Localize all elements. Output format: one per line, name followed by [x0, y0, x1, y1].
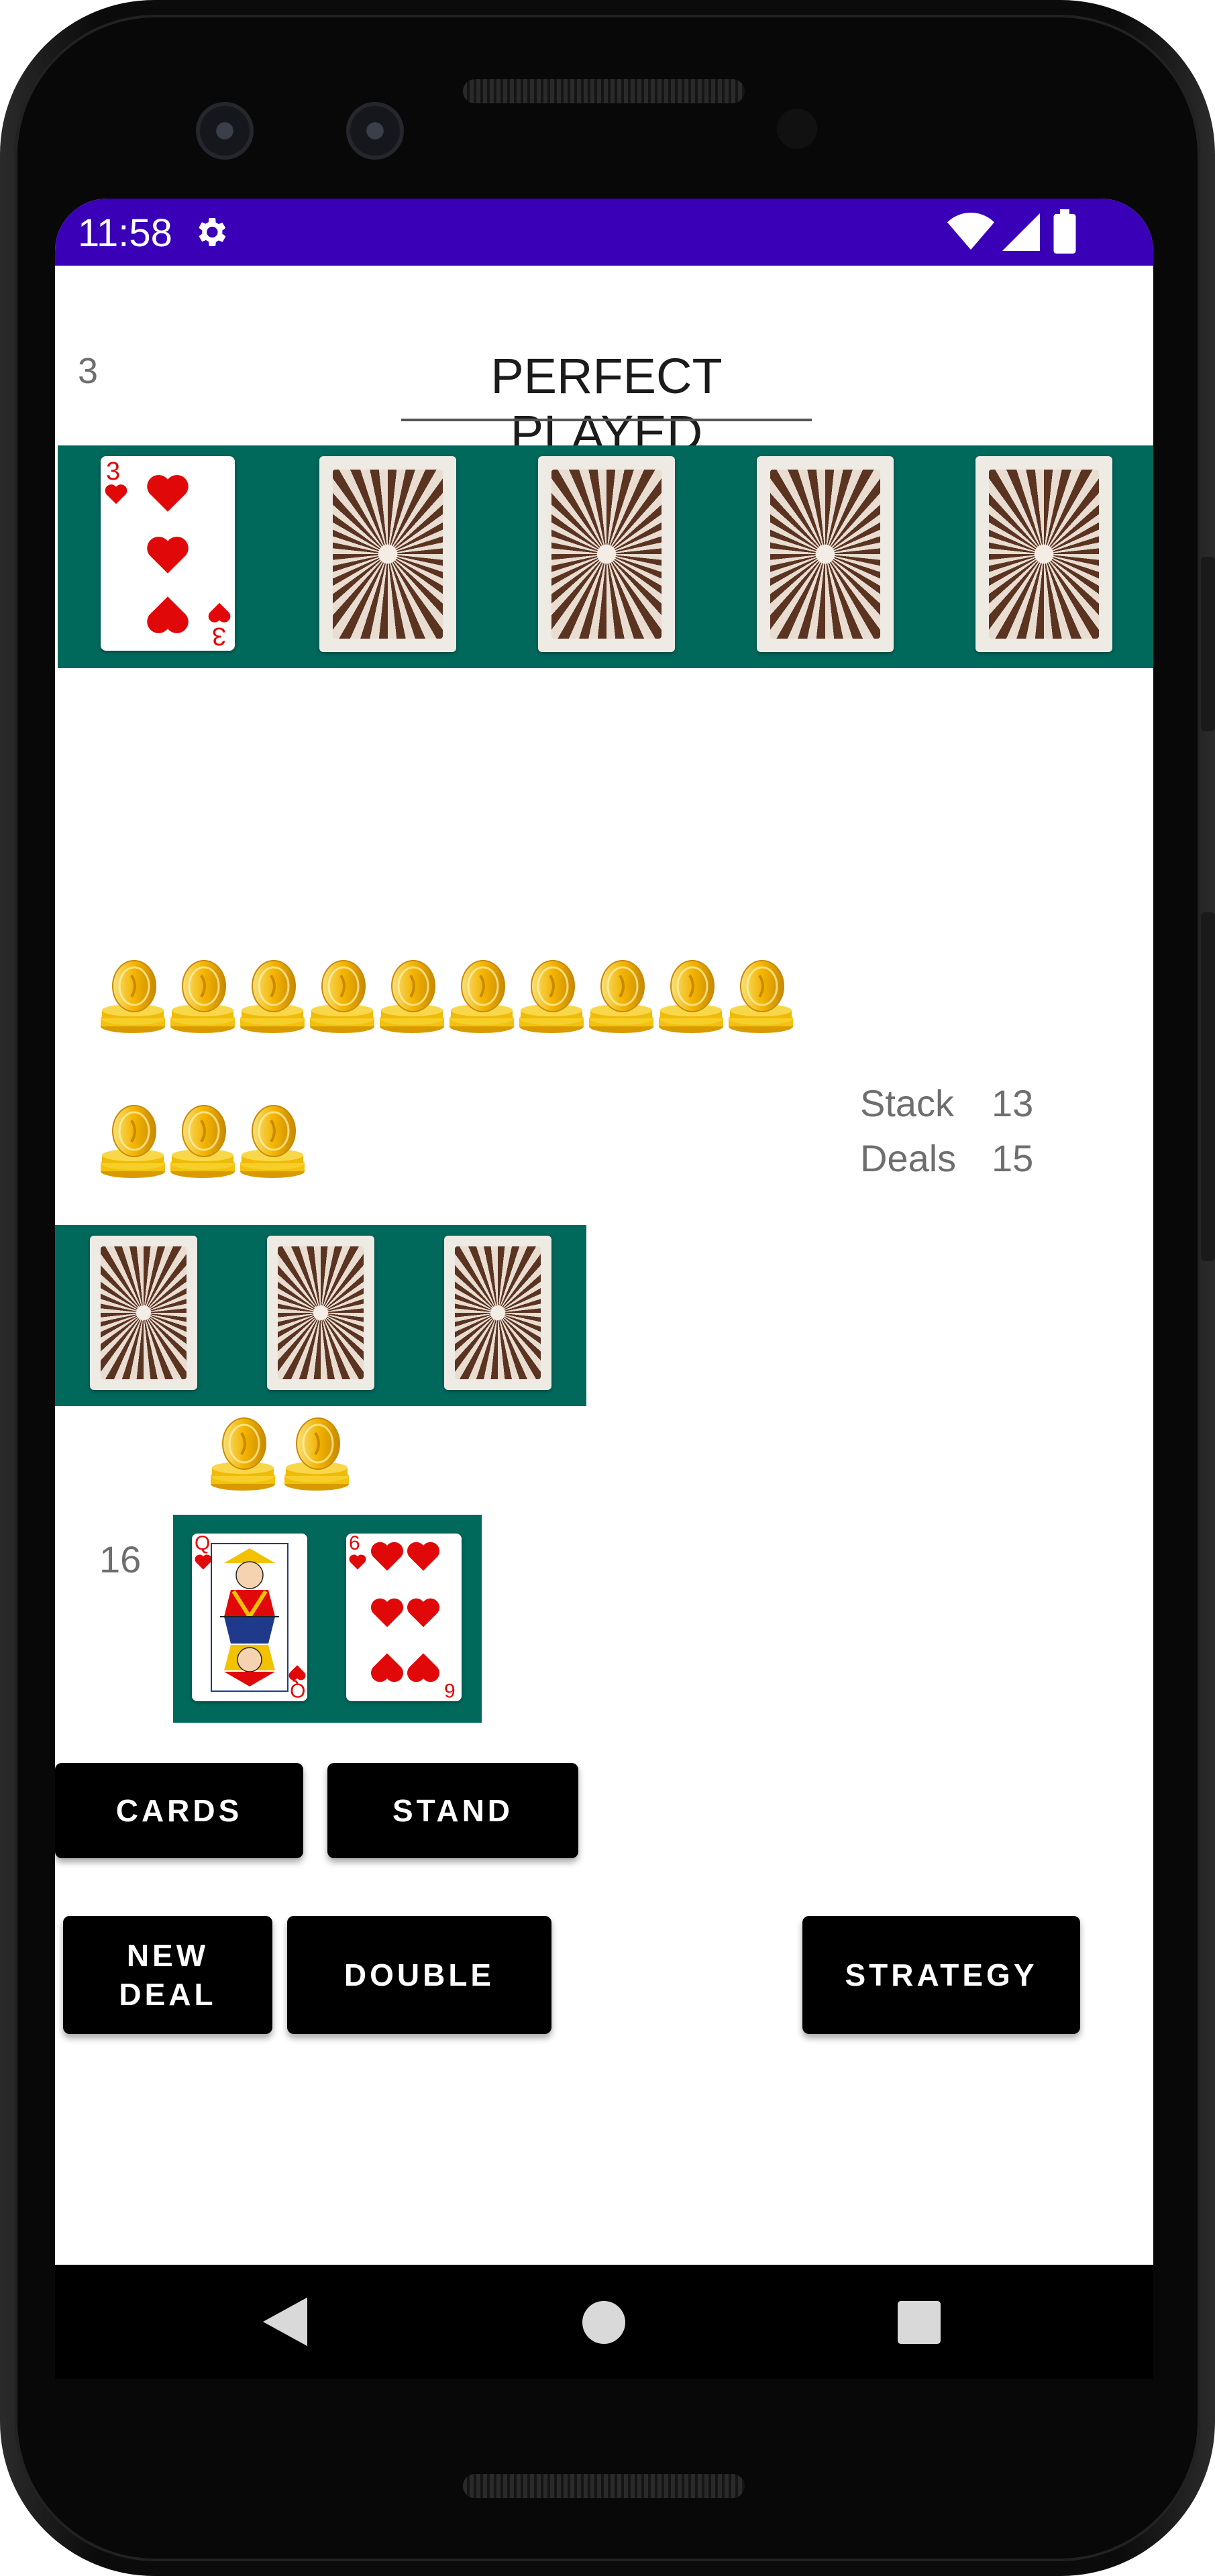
- navigation-bar: [55, 2265, 1153, 2379]
- volume-button: [1201, 912, 1215, 1261]
- split-hand-board: [55, 1225, 586, 1406]
- earpiece-speaker: [463, 79, 745, 103]
- chip-row-2: [99, 1102, 314, 1189]
- status-bar: 11:58: [55, 199, 1153, 266]
- heart-icon: [370, 1542, 404, 1571]
- heart-icon: [147, 475, 189, 512]
- dealer-card-3-hearts: 3 3: [101, 456, 235, 651]
- chip-row-1: [99, 957, 804, 1044]
- wifi-icon: [947, 212, 994, 250]
- card-rank: Q: [290, 1679, 306, 1701]
- coin-stack-icon: [378, 957, 445, 1037]
- stand-button[interactable]: STAND: [327, 1763, 578, 1858]
- coin-stack-icon: [169, 1102, 236, 1182]
- small-heart-icon: [349, 1554, 366, 1570]
- card-rank: 3: [106, 458, 121, 486]
- card-rank: 6: [349, 1532, 360, 1554]
- result-title-text: PERFECT PLAYED: [490, 348, 723, 461]
- card-rank: Q: [195, 1532, 211, 1554]
- small-heart-icon: [105, 484, 127, 504]
- signal-icon: [1002, 213, 1040, 251]
- player-total: 16: [99, 1538, 142, 1580]
- heart-icon: [407, 1542, 440, 1571]
- dealer-card-face-down: [975, 456, 1112, 652]
- coin-stack-icon: [448, 957, 515, 1037]
- player-hand-board: Q Q 6 6: [173, 1515, 482, 1723]
- card-rank: 6: [444, 1679, 456, 1701]
- stack-value: 13: [992, 1082, 1034, 1124]
- player-card-6-hearts: 6 6: [346, 1532, 462, 1701]
- heart-icon: [147, 596, 189, 633]
- player-card-q-hearts: Q Q: [192, 1532, 307, 1701]
- coin-stack-icon: [518, 957, 585, 1037]
- gear-icon: [199, 218, 226, 246]
- dealer-card-face-down: [757, 456, 894, 652]
- coin-stack-icon: [99, 957, 166, 1037]
- status-time: 11:58: [78, 211, 172, 255]
- round-number: 3: [78, 351, 99, 391]
- coin-stack-icon: [588, 957, 655, 1037]
- stats-panel: Stack 13 Deals 15: [860, 1076, 1033, 1186]
- strategy-button[interactable]: STRATEGY: [802, 1916, 1080, 2034]
- dealer-board: 3 3: [58, 445, 1153, 668]
- deals-value: 15: [992, 1137, 1034, 1179]
- coin-stack-icon: [209, 1414, 276, 1495]
- split-card-face-down: [267, 1236, 374, 1390]
- split-card-face-down: [90, 1236, 197, 1390]
- coin-stack-icon: [657, 957, 725, 1037]
- heart-icon: [147, 537, 189, 574]
- proximity-sensor-icon: [777, 109, 817, 149]
- coin-stack-icon: [169, 957, 236, 1037]
- front-camera-icon: [196, 102, 254, 160]
- stack-label: Stack: [860, 1082, 955, 1124]
- recents-icon[interactable]: [898, 2301, 941, 2344]
- queen-portrait-icon: [211, 1543, 288, 1692]
- card-rank: 3: [212, 622, 227, 650]
- coin-stack-icon: [239, 957, 306, 1037]
- coin-stack-icon: [727, 957, 794, 1037]
- back-icon[interactable]: [263, 2297, 307, 2347]
- dealer-card-face-down: [538, 456, 675, 652]
- result-title: PERFECT PLAYED: [401, 347, 812, 461]
- heart-icon: [370, 1653, 404, 1682]
- title-underline: [401, 419, 812, 421]
- coin-stack-icon: [99, 1102, 166, 1182]
- double-button[interactable]: DOUBLE: [287, 1916, 551, 2034]
- cards-button[interactable]: CARDS: [55, 1763, 303, 1858]
- heart-icon: [407, 1598, 440, 1627]
- dealer-card-face-down: [319, 456, 456, 652]
- bottom-speaker: [463, 2474, 745, 2498]
- split-card-face-down: [444, 1236, 551, 1390]
- screen: 11:58 3 PERFECT PLAYED 3 3 Stack 13 Deal…: [55, 199, 1153, 2379]
- new-deal-button[interactable]: NEW DEAL: [63, 1916, 272, 2034]
- coin-stack-icon: [309, 957, 376, 1037]
- front-camera-icon: [346, 102, 404, 160]
- deals-label: Deals: [860, 1137, 957, 1179]
- heart-icon: [370, 1598, 404, 1627]
- battery-icon: [1053, 209, 1076, 254]
- power-button: [1201, 557, 1215, 731]
- chip-row-3: [209, 1414, 370, 1501]
- heart-icon: [407, 1653, 440, 1682]
- coin-stack-icon: [283, 1414, 350, 1495]
- small-heart-icon: [195, 1554, 212, 1570]
- home-icon[interactable]: [582, 2301, 625, 2344]
- coin-stack-icon: [239, 1102, 306, 1182]
